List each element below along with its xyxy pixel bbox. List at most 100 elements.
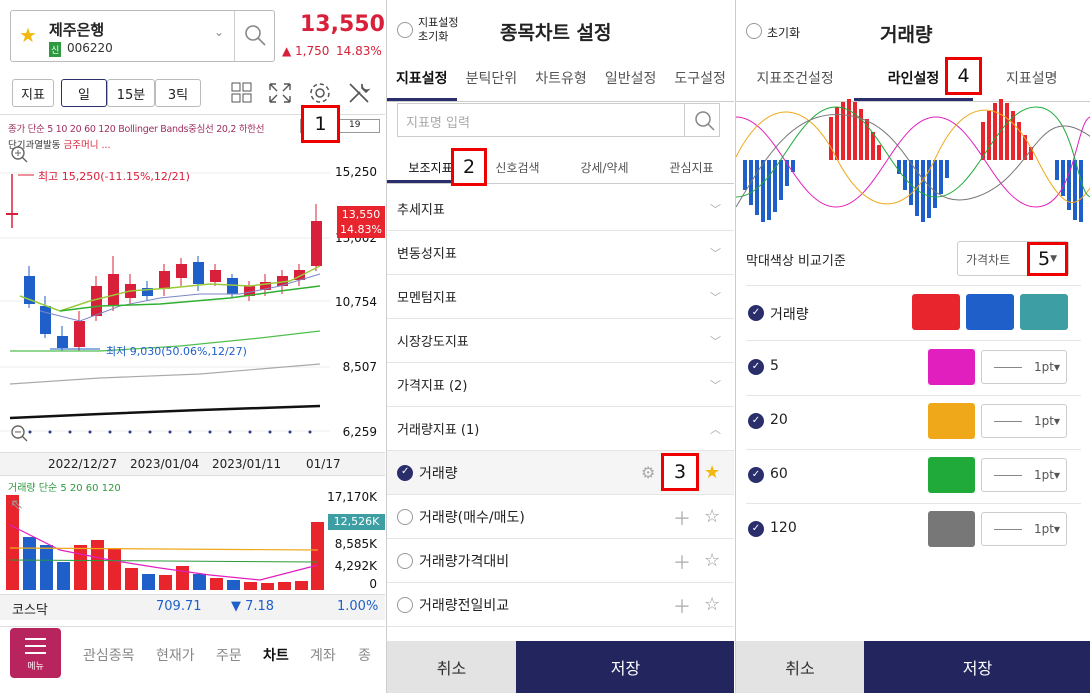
zoom-in-icon[interactable] <box>10 145 28 163</box>
tab-tools[interactable]: 도구설정 <box>665 58 734 101</box>
color-swatch-flat[interactable] <box>1020 294 1068 330</box>
checked-icon[interactable]: ✓ <box>748 359 764 375</box>
color-swatch-ma120[interactable] <box>928 511 975 547</box>
category-trend[interactable]: 추세지표 ﹀ <box>387 187 734 231</box>
search-icon[interactable] <box>243 23 267 47</box>
color-swatch-up[interactable] <box>912 294 960 330</box>
period-15min-button[interactable]: 15분 <box>107 79 155 107</box>
indicator-item-volume-buysell[interactable]: 거래량(매수/매도) ＋ ☆ <box>387 495 734 539</box>
line-sample-icon <box>994 420 1022 422</box>
chevron-down-icon: ﹀ <box>710 202 721 216</box>
unchecked-icon[interactable] <box>397 508 413 525</box>
star-outline-icon[interactable]: ☆ <box>704 594 720 615</box>
tab-time-unit[interactable]: 분틱단위 <box>457 58 527 101</box>
annotation-marker-2: 2 <box>451 148 487 186</box>
plus-icon[interactable]: ＋ <box>673 549 691 575</box>
tools-icon[interactable] <box>347 81 371 105</box>
menu-button[interactable]: 메뉴 <box>10 628 61 678</box>
category-volatility[interactable]: 변동성지표 ﹀ <box>387 231 734 275</box>
nav-more[interactable]: 종 <box>358 645 371 665</box>
indicator-button[interactable]: 지표 <box>12 79 54 107</box>
line-width-select[interactable]: 1pt ▼ <box>981 458 1067 492</box>
indicator-item-volume-price[interactable]: 거래량가격대비 ＋ ☆ <box>387 539 734 583</box>
date-label: 2023/01/11 <box>212 457 282 471</box>
save-button[interactable]: 저장 <box>516 641 734 693</box>
color-swatch-ma60[interactable] <box>928 457 975 493</box>
color-swatch-ma20[interactable] <box>928 403 975 439</box>
unchecked-icon[interactable] <box>397 596 413 613</box>
cancel-button[interactable]: 취소 <box>736 641 864 693</box>
current-price: 13,550 <box>300 12 385 37</box>
vol-ma60-line <box>9 559 319 563</box>
indicator-item-label: 거래량가격대비 <box>419 553 510 570</box>
reset-icon[interactable] <box>746 23 762 39</box>
period-day-button[interactable]: 일 <box>61 79 107 107</box>
line-width-select[interactable]: 1pt ▼ <box>981 404 1067 438</box>
category-volume[interactable]: 거래량지표 (1) ︿ <box>387 407 734 451</box>
period-3tick-button[interactable]: 3틱 <box>155 79 201 107</box>
plus-icon[interactable]: ＋ <box>673 505 691 531</box>
tab-chart-type[interactable]: 차트유형 <box>526 58 596 101</box>
checked-icon[interactable]: ✓ <box>748 305 764 321</box>
tab-condition[interactable]: 지표조건설정 <box>736 58 854 101</box>
marker-5-text: 5 <box>1037 248 1051 270</box>
category-price[interactable]: 가격지표 (2) ﹀ <box>387 363 734 407</box>
star-icon[interactable]: ★ <box>19 23 37 47</box>
stock-selector[interactable]: ★ 제주은행 신 006220 ⌄ <box>10 10 275 62</box>
category-market-strength[interactable]: 시장강도지표 ﹀ <box>387 319 734 363</box>
checked-icon[interactable]: ✓ <box>748 467 764 483</box>
nav-chart[interactable]: 차트 <box>263 645 289 665</box>
divider <box>746 340 1081 341</box>
indicator-item-label: 거래량전일비교 <box>419 597 510 614</box>
cancel-button[interactable]: 취소 <box>387 641 516 693</box>
series-ma20-label: 20 <box>770 412 788 428</box>
back-arrow-icon[interactable]: ⇖ <box>10 495 23 514</box>
color-swatch-ma5[interactable] <box>928 349 975 385</box>
category-label: 추세지표 <box>397 203 445 218</box>
nav-quote[interactable]: 현재가 <box>156 645 195 665</box>
category-momentum[interactable]: 모멘텀지표 ﹀ <box>387 275 734 319</box>
save-button[interactable]: 저장 <box>864 641 1090 693</box>
indicator-item-volume-prevday[interactable]: 거래량전일비교 ＋ ☆ <box>387 583 734 627</box>
unchecked-icon[interactable] <box>397 552 413 569</box>
price-change: ▲ 1,750 <box>282 44 330 58</box>
nav-watchlist[interactable]: 관심종목 <box>83 645 135 665</box>
gear-icon[interactable]: ⚙ <box>641 463 655 482</box>
candlestick-chart[interactable] <box>0 146 385 446</box>
search-icon[interactable] <box>693 109 717 133</box>
gear-icon[interactable] <box>308 81 332 105</box>
subtab-signal-search[interactable]: 신호검색 <box>474 146 561 183</box>
checked-icon[interactable]: ✓ <box>748 521 764 537</box>
subtab-favorites[interactable]: 관심지표 <box>648 146 734 183</box>
checked-icon[interactable]: ✓ <box>748 413 764 429</box>
star-filled-icon[interactable]: ★ <box>704 462 720 483</box>
plus-icon[interactable]: ＋ <box>673 593 691 619</box>
nav-account[interactable]: 계좌 <box>310 645 336 665</box>
legend-input-b[interactable]: 19 <box>338 119 380 133</box>
expand-icon[interactable] <box>268 82 292 104</box>
nav-order[interactable]: 주문 <box>216 645 242 665</box>
layout-grid-icon[interactable] <box>231 82 253 104</box>
zoom-out-icon[interactable] <box>10 424 28 442</box>
star-outline-icon[interactable]: ☆ <box>704 550 720 571</box>
reset-button[interactable]: 초기화 <box>767 24 800 41</box>
star-outline-icon[interactable]: ☆ <box>704 506 720 527</box>
line-width-select[interactable]: 1pt ▼ <box>981 512 1067 546</box>
tab-indicator-settings[interactable]: 지표설정 <box>387 58 457 101</box>
checked-icon[interactable] <box>397 464 413 481</box>
search-input[interactable]: 지표명 입력 <box>406 112 470 131</box>
volume-chart[interactable] <box>0 490 385 590</box>
current-price-tag-value: 13,550 <box>341 208 381 221</box>
chevron-down-icon[interactable]: ⌄ <box>214 25 224 39</box>
tab-description[interactable]: 지표설명 <box>973 58 1090 101</box>
tab-general[interactable]: 일반설정 <box>596 58 666 101</box>
vol-ma20-line <box>9 547 319 551</box>
reset-settings-button[interactable]: 지표설정 초기화 <box>418 16 468 44</box>
series-volume-label: 거래량 <box>770 307 809 323</box>
subtab-strength[interactable]: 강세/약세 <box>561 146 648 183</box>
color-swatch-down[interactable] <box>966 294 1014 330</box>
line-width-value: 1pt <box>1034 360 1054 374</box>
reset-icon[interactable] <box>397 22 413 38</box>
line-width-select[interactable]: 1pt ▼ <box>981 350 1067 384</box>
page-title: 거래량 <box>880 24 933 46</box>
